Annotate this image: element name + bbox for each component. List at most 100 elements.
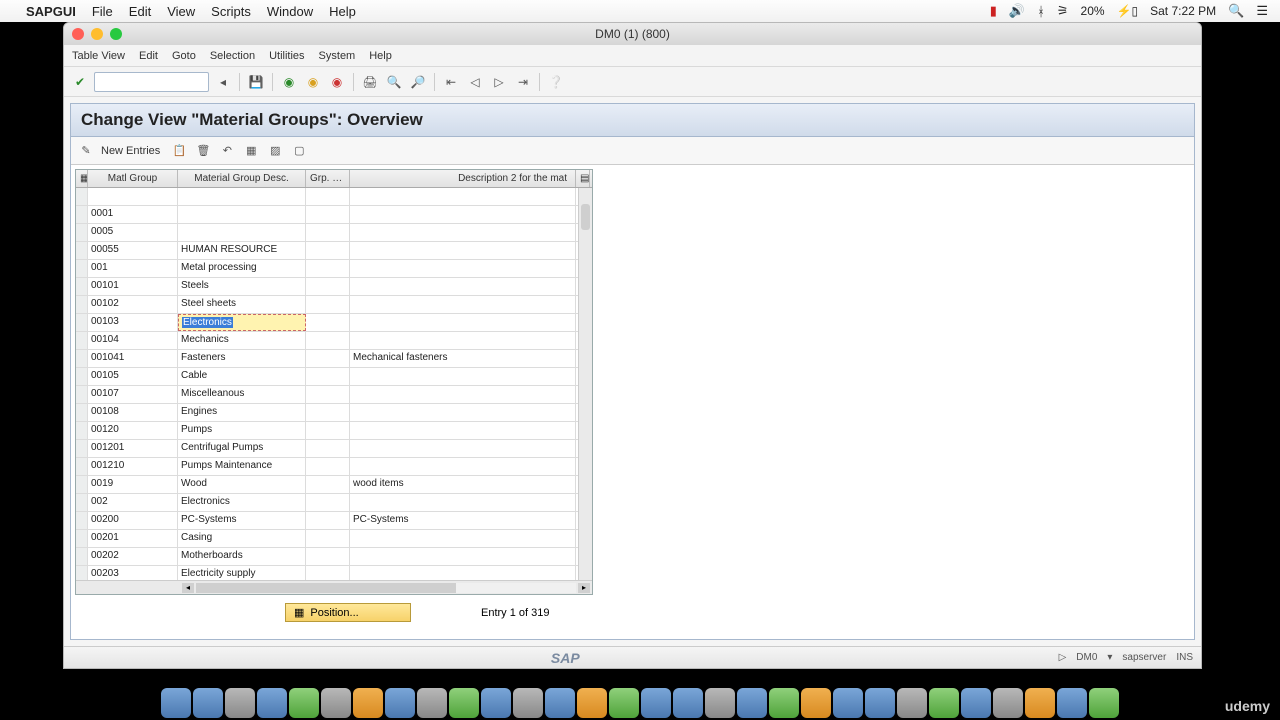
- row-selector[interactable]: [76, 566, 88, 580]
- row-selector[interactable]: [76, 530, 88, 547]
- table-row[interactable]: 00202Motherboards: [76, 548, 592, 566]
- cell-c3[interactable]: [306, 206, 350, 223]
- command-input[interactable]: [94, 72, 209, 92]
- cell-c4[interactable]: [350, 314, 576, 331]
- table-row[interactable]: 00108Engines: [76, 404, 592, 422]
- table-row[interactable]: 0005: [76, 224, 592, 242]
- dock-item[interactable]: [961, 688, 991, 718]
- cell-c2[interactable]: Motherboards: [178, 548, 306, 565]
- cancel-icon[interactable]: ◉: [327, 72, 347, 92]
- cell-c1[interactable]: 001: [88, 260, 178, 277]
- col-desc[interactable]: Material Group Desc.: [178, 170, 306, 187]
- cell-c2[interactable]: Fasteners: [178, 350, 306, 367]
- cell-c1[interactable]: [88, 188, 178, 205]
- dock-item[interactable]: [417, 688, 447, 718]
- copy-icon[interactable]: 📋: [170, 142, 188, 160]
- cell-c4[interactable]: [350, 404, 576, 421]
- dropdown-icon[interactable]: ◂: [213, 72, 233, 92]
- table-row[interactable]: 001210Pumps Maintenance: [76, 458, 592, 476]
- new-entries-button[interactable]: New Entries: [101, 145, 160, 157]
- cell-c2[interactable]: Casing: [178, 530, 306, 547]
- prev-page-icon[interactable]: ◁: [465, 72, 485, 92]
- cell-c1[interactable]: 00200: [88, 512, 178, 529]
- select-all-icon[interactable]: ▦: [242, 142, 260, 160]
- mac-menu-scripts[interactable]: Scripts: [211, 4, 251, 19]
- find-next-icon[interactable]: 🔎: [408, 72, 428, 92]
- mac-menu-edit[interactable]: Edit: [129, 4, 151, 19]
- cell-c4[interactable]: [350, 242, 576, 259]
- cell-c3[interactable]: [306, 188, 350, 205]
- table-row[interactable]: 00105Cable: [76, 368, 592, 386]
- cell-c3[interactable]: [306, 260, 350, 277]
- deselect-icon[interactable]: ▢: [290, 142, 308, 160]
- dock-item[interactable]: [353, 688, 383, 718]
- cell-c3[interactable]: [306, 332, 350, 349]
- row-selector[interactable]: [76, 350, 88, 367]
- dock-item[interactable]: [705, 688, 735, 718]
- cell-c2[interactable]: [178, 188, 306, 205]
- dock-item[interactable]: [673, 688, 703, 718]
- cell-c4[interactable]: [350, 332, 576, 349]
- table-row[interactable]: 00102Steel sheets: [76, 296, 592, 314]
- status-system[interactable]: DM0: [1076, 652, 1097, 663]
- cell-c2[interactable]: Steel sheets: [178, 296, 306, 313]
- window-titlebar[interactable]: DM0 (1) (800): [64, 23, 1201, 45]
- cell-c1[interactable]: 001041: [88, 350, 178, 367]
- cell-c2[interactable]: Pumps Maintenance: [178, 458, 306, 475]
- wifi-icon[interactable]: ⚞: [1057, 3, 1069, 19]
- cell-c3[interactable]: [306, 224, 350, 241]
- help-icon[interactable]: ❔: [546, 72, 566, 92]
- dock-item[interactable]: [929, 688, 959, 718]
- cell-c1[interactable]: 00203: [88, 566, 178, 580]
- cell-c2[interactable]: [178, 224, 306, 241]
- cell-c2[interactable]: Engines: [178, 404, 306, 421]
- battery-icon[interactable]: ⚡▯: [1117, 4, 1139, 18]
- cell-c3[interactable]: [306, 386, 350, 403]
- menu-edit[interactable]: Edit: [139, 50, 158, 62]
- cell-c4[interactable]: Mechanical fasteners: [350, 350, 576, 367]
- cell-c1[interactable]: 00202: [88, 548, 178, 565]
- row-selector[interactable]: [76, 332, 88, 349]
- menu-table-view[interactable]: Table View: [72, 50, 125, 62]
- close-icon[interactable]: [72, 28, 84, 40]
- find-icon[interactable]: 🔍: [384, 72, 404, 92]
- table-row[interactable]: 00120Pumps: [76, 422, 592, 440]
- table-row[interactable]: 0001: [76, 206, 592, 224]
- cell-c2[interactable]: Cable: [178, 368, 306, 385]
- app-name[interactable]: SAPGUI: [26, 4, 76, 19]
- cell-c2[interactable]: [178, 206, 306, 223]
- exit-icon[interactable]: ◉: [303, 72, 323, 92]
- row-selector[interactable]: [76, 440, 88, 457]
- row-selector[interactable]: [76, 548, 88, 565]
- battery-percent[interactable]: 20%: [1081, 4, 1105, 18]
- cell-c1[interactable]: 00102: [88, 296, 178, 313]
- cell-c1[interactable]: 001210: [88, 458, 178, 475]
- cell-c3[interactable]: [306, 368, 350, 385]
- table-row[interactable]: 001Metal processing: [76, 260, 592, 278]
- change-icon[interactable]: ✎: [77, 142, 95, 160]
- cell-c2[interactable]: Steels: [178, 278, 306, 295]
- cell-c1[interactable]: 00104: [88, 332, 178, 349]
- cell-c4[interactable]: [350, 278, 576, 295]
- cell-c1[interactable]: 00105: [88, 368, 178, 385]
- back-icon[interactable]: ◉: [279, 72, 299, 92]
- dock-item[interactable]: [161, 688, 191, 718]
- dock-item[interactable]: [737, 688, 767, 718]
- scroll-left-icon[interactable]: ◂: [182, 583, 194, 593]
- cell-c3[interactable]: [306, 242, 350, 259]
- recording-icon[interactable]: ▮: [990, 3, 997, 19]
- table-row[interactable]: 00107Miscelleanous: [76, 386, 592, 404]
- row-selector[interactable]: [76, 404, 88, 421]
- table-row[interactable]: 0019Woodwood items: [76, 476, 592, 494]
- horizontal-scrollbar[interactable]: ◂ ▸: [76, 580, 592, 594]
- table-row[interactable]: 00101Steels: [76, 278, 592, 296]
- first-page-icon[interactable]: ⇤: [441, 72, 461, 92]
- cell-c1[interactable]: 0019: [88, 476, 178, 493]
- dock-item[interactable]: [545, 688, 575, 718]
- cell-c3[interactable]: [306, 476, 350, 493]
- cell-c2[interactable]: Electricity supply: [178, 566, 306, 580]
- cell-c4[interactable]: [350, 494, 576, 511]
- cell-c3[interactable]: [306, 530, 350, 547]
- menu-system[interactable]: System: [319, 50, 356, 62]
- cell-c3[interactable]: [306, 278, 350, 295]
